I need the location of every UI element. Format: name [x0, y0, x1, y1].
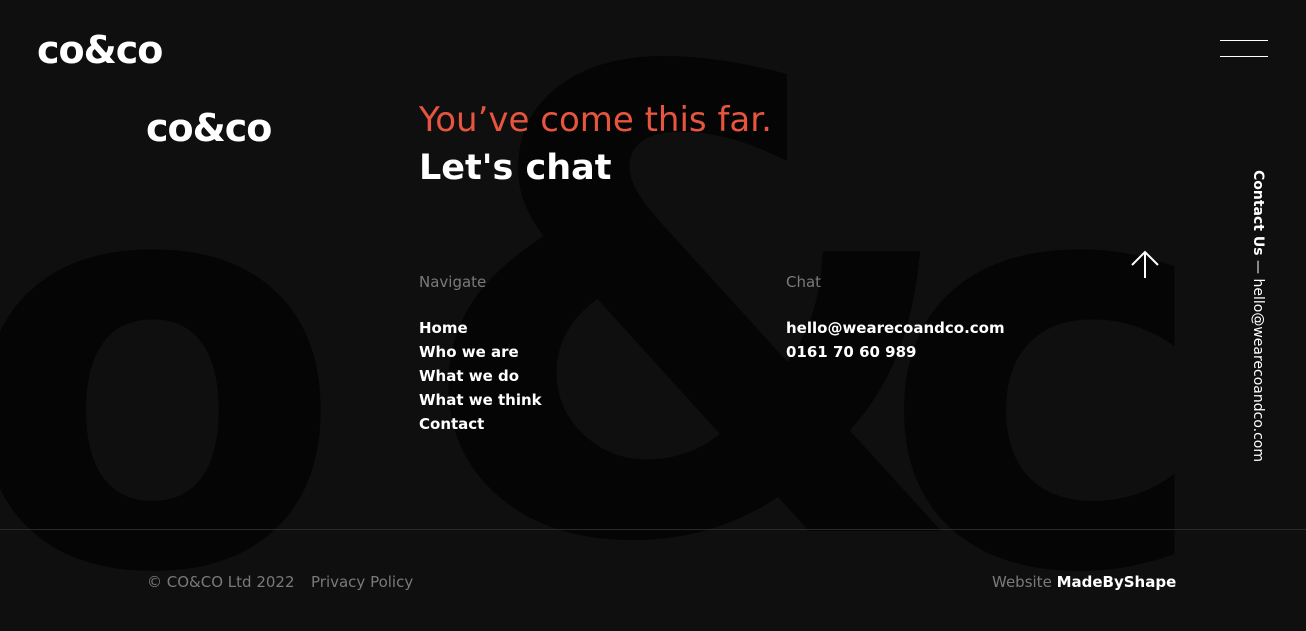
nav-link-contact[interactable]: Contact	[419, 412, 542, 436]
chat-links: hello@wearecoandco.com 0161 70 60 989	[786, 316, 1005, 364]
nav-link-who-we-are[interactable]: Who we are	[419, 340, 542, 364]
side-contact: Contact Us — hello@wearecoandco.com	[1246, 170, 1266, 470]
navigate-heading: Navigate	[419, 273, 487, 291]
nav-link-what-we-do[interactable]: What we do	[419, 364, 542, 388]
nav-link-home[interactable]: Home	[419, 316, 542, 340]
credit-maker-link[interactable]: MadeByShape	[1057, 573, 1177, 591]
scroll-to-top-button[interactable]	[1128, 248, 1162, 282]
side-contact-email[interactable]: hello@wearecoandco.com	[1250, 278, 1266, 462]
copyright-text: © CO&CO Ltd 2022	[147, 573, 295, 591]
footer-divider	[0, 529, 1306, 530]
background-o-glyph: o	[0, 44, 345, 631]
footer-nav: Home Who we are What we do What we think…	[419, 316, 542, 436]
chat-heading: Chat	[786, 273, 822, 291]
hamburger-icon-line	[1220, 56, 1268, 57]
privacy-policy-link[interactable]: Privacy Policy	[311, 573, 413, 591]
nav-link-what-we-think[interactable]: What we think	[419, 388, 542, 412]
menu-button[interactable]	[1220, 40, 1268, 58]
email-link[interactable]: hello@wearecoandco.com	[786, 316, 1005, 340]
website-credit: Website MadeByShape	[992, 573, 1176, 591]
hamburger-icon	[1220, 40, 1268, 41]
side-contact-label: Contact Us	[1250, 170, 1266, 256]
cta-headline: You’ve come this far.	[419, 100, 772, 140]
footer-logo[interactable]: co&co	[146, 106, 272, 150]
arrow-up-icon	[1131, 250, 1159, 278]
header-logo[interactable]: co&co	[37, 28, 163, 72]
side-contact-separator: —	[1250, 260, 1266, 275]
footer-page: o & c co&co co&co You’ve come this far. …	[0, 0, 1306, 631]
phone-link[interactable]: 0161 70 60 989	[786, 340, 1005, 364]
cta-subheadline: Let's chat	[419, 148, 612, 188]
credit-prefix: Website	[992, 573, 1052, 591]
